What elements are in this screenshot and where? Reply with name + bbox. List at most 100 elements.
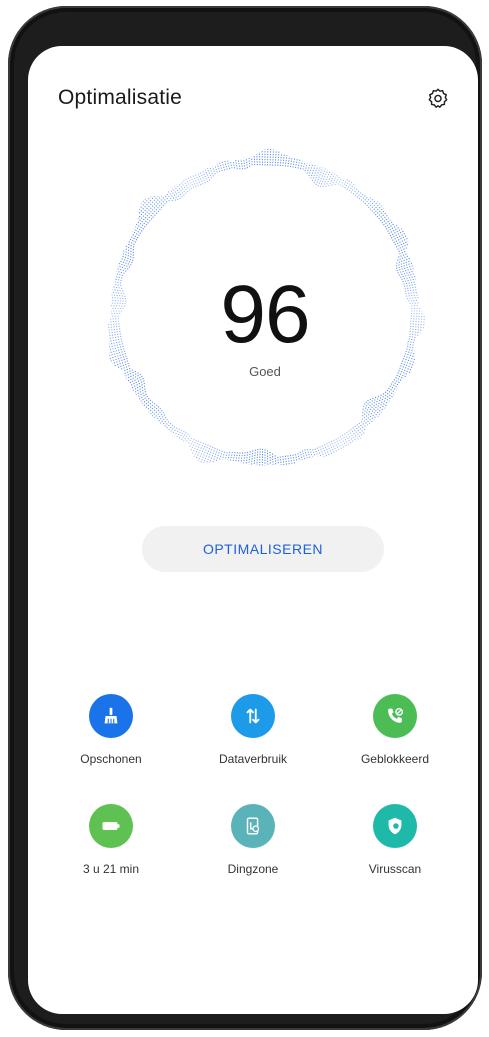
tool-battery[interactable]: 3 u 21 min — [40, 804, 182, 876]
dial-tick — [302, 162, 306, 170]
dial-tick — [150, 406, 160, 415]
dial-tick — [110, 355, 127, 362]
dial-tick — [363, 403, 379, 417]
dial-tick — [143, 399, 152, 407]
dial-tick — [235, 452, 239, 463]
dial-tick — [136, 221, 146, 228]
dial-tick — [335, 438, 342, 450]
dial-tick — [271, 453, 274, 465]
hourglass-phone-icon — [246, 817, 260, 835]
tool-label: Virusscan — [368, 862, 422, 876]
dial-tick — [125, 245, 135, 251]
tool-dingzone[interactable]: Dingzone — [182, 804, 324, 876]
dial-tick — [279, 456, 282, 466]
dial-tick — [251, 158, 253, 166]
dial-tick — [384, 391, 393, 398]
dial-tick — [287, 455, 291, 466]
tool-icon-wrap — [373, 804, 417, 848]
tools-grid: Opschonen Dataverbruik Geblokkeerd 3 u 2… — [40, 694, 466, 876]
dial-tick — [180, 181, 189, 193]
dial-tick — [199, 171, 206, 184]
dial-tick — [245, 451, 249, 464]
dial-tick — [304, 449, 308, 459]
dial-tick — [232, 451, 236, 462]
dial-tick — [346, 431, 355, 443]
dial-tick — [167, 191, 176, 201]
dial-tick — [251, 450, 254, 465]
dial-tick — [330, 440, 338, 453]
tool-icon-wrap — [89, 804, 133, 848]
tool-data-usage[interactable]: Dataverbruik — [182, 694, 324, 766]
dial-tick — [378, 212, 387, 220]
dial-tick — [277, 456, 279, 464]
dial-tick — [361, 414, 371, 424]
dial-tick — [142, 200, 158, 215]
dial-tick — [289, 454, 293, 465]
settings-button[interactable] — [424, 84, 452, 112]
optimize-button[interactable]: OPTIMALISEREN — [142, 526, 384, 572]
dial-tick — [259, 448, 261, 466]
dial-tick — [310, 165, 316, 179]
dial-tick — [224, 452, 228, 460]
dial-tick — [337, 177, 343, 185]
settings-gear-icon — [428, 88, 448, 108]
tool-blocked[interactable]: Geblokkeerd — [324, 694, 466, 766]
dial-tick — [380, 394, 390, 402]
dial-tick — [279, 152, 283, 166]
data-arrows-icon — [246, 708, 260, 724]
phone-block-icon — [388, 707, 404, 723]
dial-tick — [165, 192, 174, 202]
dial-tick — [311, 165, 319, 182]
score-value: 96 — [220, 269, 310, 360]
dial-tick — [397, 267, 414, 274]
dial-tick — [328, 441, 336, 455]
dial-tick — [385, 223, 395, 230]
dial-tick — [163, 421, 170, 428]
dial-tick — [237, 159, 241, 170]
dial-tick — [117, 268, 127, 272]
dial-tick — [284, 155, 288, 167]
dial-tick — [155, 411, 165, 421]
dial-tick — [396, 265, 413, 272]
dial-tick — [360, 421, 367, 428]
dial-tick — [224, 160, 228, 170]
tool-cleanup[interactable]: Opschonen — [40, 694, 182, 766]
dial-tick — [221, 161, 226, 171]
dial-tick — [123, 250, 135, 256]
tool-label: Opschonen — [80, 752, 142, 766]
tool-label: Geblokkeerd — [360, 752, 430, 766]
dial-tick — [289, 156, 293, 168]
dial-tick — [146, 402, 156, 411]
dial-tick — [367, 199, 377, 209]
dial-tick — [137, 218, 148, 226]
dial-tick — [157, 414, 166, 422]
dial-tick — [191, 440, 200, 454]
dial-tick — [284, 455, 288, 467]
dial-tick — [301, 450, 306, 460]
dial-tick — [308, 164, 314, 177]
dial-tick — [189, 176, 197, 187]
dial-tick — [373, 205, 383, 214]
dial-tick — [337, 437, 345, 448]
dial-tick — [396, 257, 411, 264]
dial-tick — [331, 174, 338, 186]
dial-tick — [243, 158, 246, 170]
dial-tick — [190, 439, 197, 451]
tool-label: Dataverbruik — [218, 752, 288, 766]
dial-tick — [299, 160, 303, 170]
header: Optimalisatie — [58, 82, 452, 114]
dial-tick — [145, 401, 154, 409]
dial-tick — [157, 195, 166, 205]
tool-label: Dingzone — [227, 862, 279, 876]
dial-tick — [395, 240, 409, 248]
dial-tick — [240, 158, 244, 170]
dial-tick — [362, 405, 377, 419]
dial-tick — [253, 156, 256, 166]
dial-tick — [227, 160, 231, 170]
tool-virus-scan[interactable]: Virusscan — [324, 804, 466, 876]
phone-frame: Optimalisatie 96 Goed OPTIMALISEREN Opsc… — [8, 6, 482, 1030]
dial-tick — [297, 159, 301, 169]
tool-label: 3 u 21 min — [82, 862, 140, 876]
dial-tick — [272, 149, 274, 166]
dial-tick — [344, 433, 352, 444]
